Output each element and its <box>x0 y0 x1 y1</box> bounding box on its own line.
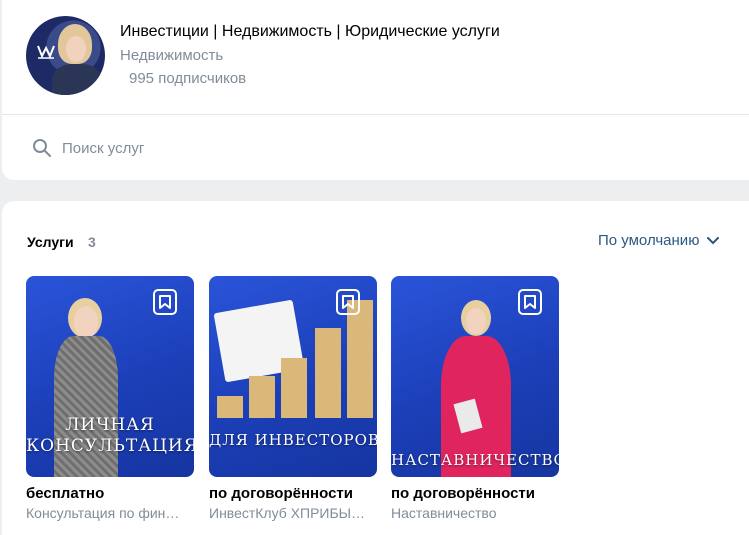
service-overlay-text: ЛИЧНАЯ КОНСУЛЬТАЦИЯ <box>26 415 194 456</box>
service-description[interactable]: Консультация по фин… <box>26 505 194 521</box>
bar-illustration <box>315 328 341 418</box>
bookmark-icon[interactable] <box>152 288 178 316</box>
brand-logo-icon <box>37 45 55 59</box>
services-heading: Услуги <box>27 234 74 250</box>
bar-illustration <box>249 376 275 418</box>
service-price[interactable]: по договорённости <box>209 485 377 502</box>
sort-dropdown[interactable]: По умолчанию <box>598 232 720 249</box>
service-description[interactable]: Наставничество <box>391 505 559 521</box>
service-price[interactable]: бесплатно <box>26 485 194 502</box>
bookmark-icon[interactable] <box>517 288 543 316</box>
search-input[interactable] <box>62 139 362 157</box>
service-description[interactable]: ИнвестКлуб ХПРИБЫ… <box>209 505 377 521</box>
search-icon <box>33 139 51 157</box>
community-header: Инвестиции | Недвижимость | Юридические … <box>2 0 749 180</box>
service-image[interactable]: НАСТАВНИЧЕСТВО <box>391 276 559 477</box>
community-category: Недвижимость <box>120 47 224 64</box>
community-title[interactable]: Инвестиции | Недвижимость | Юридические … <box>120 23 500 41</box>
service-image[interactable]: ЛИЧНАЯ КОНСУЛЬТАЦИЯ <box>26 276 194 477</box>
service-card[interactable]: НАСТАВНИЧЕСТВО по договорённости Наставн… <box>391 276 559 521</box>
chevron-down-icon <box>707 236 720 244</box>
service-card[interactable]: ДЛЯ ИНВЕСТОРОВ по договорённости ИнвестК… <box>209 276 377 521</box>
search-bar[interactable] <box>32 130 432 166</box>
service-price[interactable]: по договорённости <box>391 485 559 502</box>
bar-illustration <box>281 358 307 418</box>
divider <box>2 114 749 115</box>
avatar-body <box>52 64 102 95</box>
bookmark-icon[interactable] <box>335 288 361 316</box>
avatar-face <box>66 36 86 62</box>
service-card[interactable]: ЛИЧНАЯ КОНСУЛЬТАЦИЯ бесплатно Консультац… <box>26 276 194 521</box>
service-overlay-text: НАСТАВНИЧЕСТВО <box>391 451 559 469</box>
bar-illustration <box>217 396 243 418</box>
person-face <box>466 308 486 334</box>
services-section: Услуги 3 По умолчанию ЛИЧНАЯ КОНСУЛЬТАЦИ… <box>2 201 749 535</box>
subscriber-count[interactable]: 995 подписчиков <box>129 70 246 87</box>
person-face <box>74 306 98 338</box>
service-image[interactable]: ДЛЯ ИНВЕСТОРОВ <box>209 276 377 477</box>
community-avatar[interactable] <box>26 16 105 95</box>
services-count: 3 <box>88 234 96 250</box>
bar-illustration <box>347 300 373 418</box>
sort-label: По умолчанию <box>598 232 700 249</box>
service-overlay-text: ДЛЯ ИНВЕСТОРОВ <box>209 431 377 449</box>
